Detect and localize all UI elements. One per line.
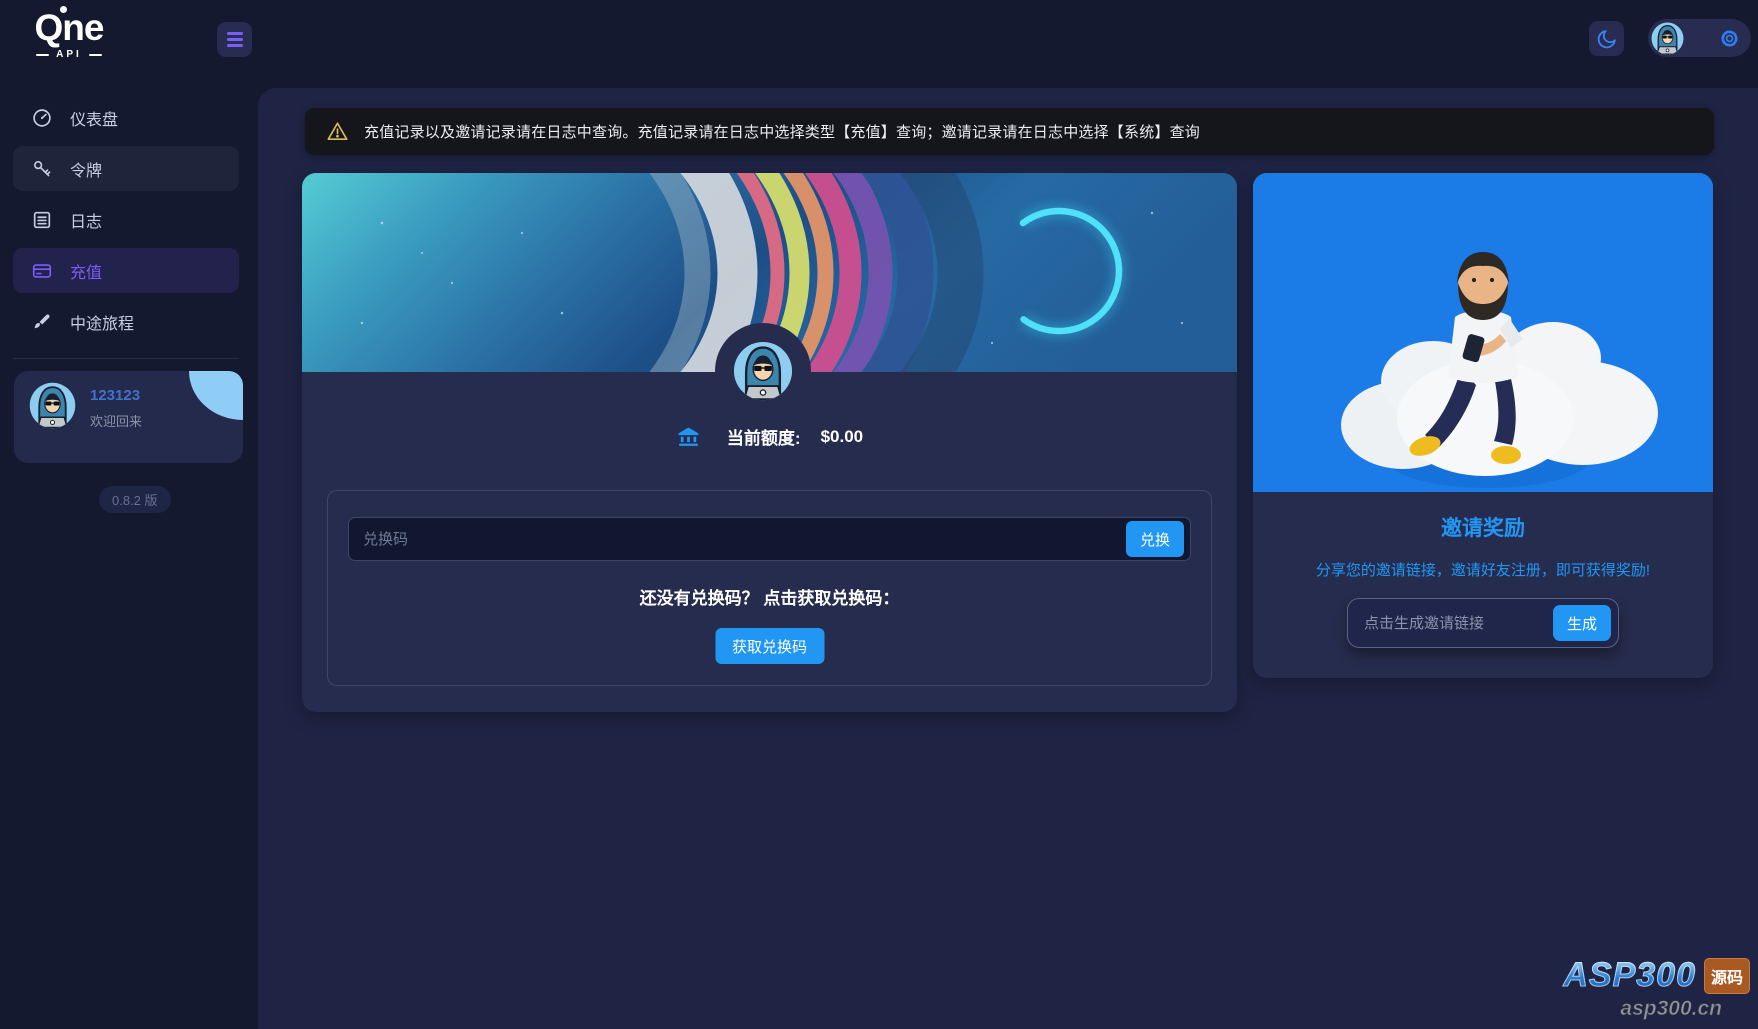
generate-button[interactable]: 生成 [1553, 605, 1611, 641]
sidebar-divider [13, 358, 239, 359]
invite-title: 邀请奖励 [1441, 517, 1525, 540]
settings-button[interactable] [1718, 27, 1741, 50]
app-root: Qne API 仪表盘 令牌 日志 充值 中途旅程 123123 欢迎回来 0.… [0, 0, 1758, 1029]
sidebar-item-tokens[interactable]: 令牌 [13, 146, 239, 191]
logo-dash-left [36, 53, 50, 56]
theme-toggle-button[interactable] [1589, 21, 1624, 56]
sidebar-item-label: 充值 [70, 264, 103, 282]
warning-icon [327, 122, 348, 140]
sidebar-item-logs[interactable]: 日志 [13, 197, 239, 242]
redeem-button[interactable]: 兑换 [1126, 521, 1184, 557]
invite-subtitle: 分享您的邀请链接，邀请好友注册，即可获得奖励! [1315, 562, 1651, 579]
invite-illustration [1253, 173, 1713, 492]
brand-name: Qne [34, 7, 105, 48]
hamburger-icon [226, 32, 243, 35]
redeem-input-row: 兑换 [348, 517, 1191, 561]
recharge-card: 当前额度: $0.00 兑换 还没有兑换码？ 点击获取兑换码： 获取兑换码 [302, 173, 1237, 712]
topbar-avatar[interactable] [1651, 22, 1684, 55]
brand-logo[interactable]: Qne API [24, 6, 114, 60]
watermark-name: ASP300 [1563, 956, 1696, 995]
key-icon [31, 158, 53, 180]
notice-text: 充值记录以及邀请记录请在日志中查询。充值记录请在日志中选择类型【充值】查询；邀请… [364, 124, 1201, 141]
sidebar-item-label: 中途旅程 [70, 315, 135, 333]
sidebar-item-label: 令牌 [70, 162, 103, 180]
credit-card-icon [31, 260, 53, 282]
cloud-man-illustration [1253, 173, 1713, 492]
get-code-button[interactable]: 获取兑换码 [714, 628, 825, 664]
redeem-code-input[interactable] [348, 517, 1191, 561]
sidebar-user-card[interactable]: 123123 欢迎回来 [14, 371, 243, 463]
user-greeting: 欢迎回来 [90, 414, 143, 429]
redeem-hint: 还没有兑换码？ 点击获取兑换码： [639, 589, 900, 608]
brand-sub: API [56, 49, 82, 60]
user-menu[interactable] [1648, 19, 1751, 57]
version-badge: 0.8.2 版 [99, 486, 171, 513]
invite-link-input[interactable] [1348, 599, 1548, 647]
invite-card: 邀请奖励 分享您的邀请链接，邀请好友注册，即可获得奖励! 生成 [1253, 173, 1713, 678]
sidebar-item-label: 仪表盘 [70, 111, 119, 129]
balance-label: 当前额度: [726, 429, 801, 448]
gauge-icon [31, 107, 53, 129]
sidebar-nav: 仪表盘 令牌 日志 充值 中途旅程 [13, 95, 239, 350]
sidebar-item-recharge[interactable]: 充值 [13, 248, 239, 293]
sidebar-item-label: 日志 [70, 213, 103, 231]
invite-link-box: 生成 [1347, 598, 1619, 648]
brush-icon [31, 311, 53, 333]
log-icon [31, 209, 53, 231]
brand-logo-dot [60, 6, 67, 13]
watermark-domain: asp300.cn [1620, 997, 1722, 1021]
username: 123123 [90, 387, 141, 404]
watermark-badge: 源码 [1703, 957, 1750, 994]
watermark: ASP300 源码 asp300.cn [1563, 956, 1750, 1021]
redeem-box: 兑换 还没有兑换码？ 点击获取兑换码： 获取兑换码 [327, 490, 1212, 686]
bank-icon [676, 424, 701, 449]
user-card-corner-decoration [189, 371, 243, 420]
balance-row: 当前额度: $0.00 [302, 424, 1237, 449]
moon-icon [1597, 29, 1616, 48]
balance-value: $0.00 [820, 426, 864, 446]
sidebar-toggle-button[interactable] [217, 22, 252, 57]
logo-dash-right [88, 53, 102, 56]
gear-icon [1721, 29, 1738, 47]
user-avatar [29, 382, 76, 429]
sidebar-item-midjourney[interactable]: 中途旅程 [13, 299, 239, 344]
recharge-user-avatar [733, 341, 793, 401]
sidebar-item-dashboard[interactable]: 仪表盘 [13, 95, 239, 140]
notice-banner: 充值记录以及邀请记录请在日志中查询。充值记录请在日志中选择类型【充值】查询；邀请… [305, 108, 1714, 155]
